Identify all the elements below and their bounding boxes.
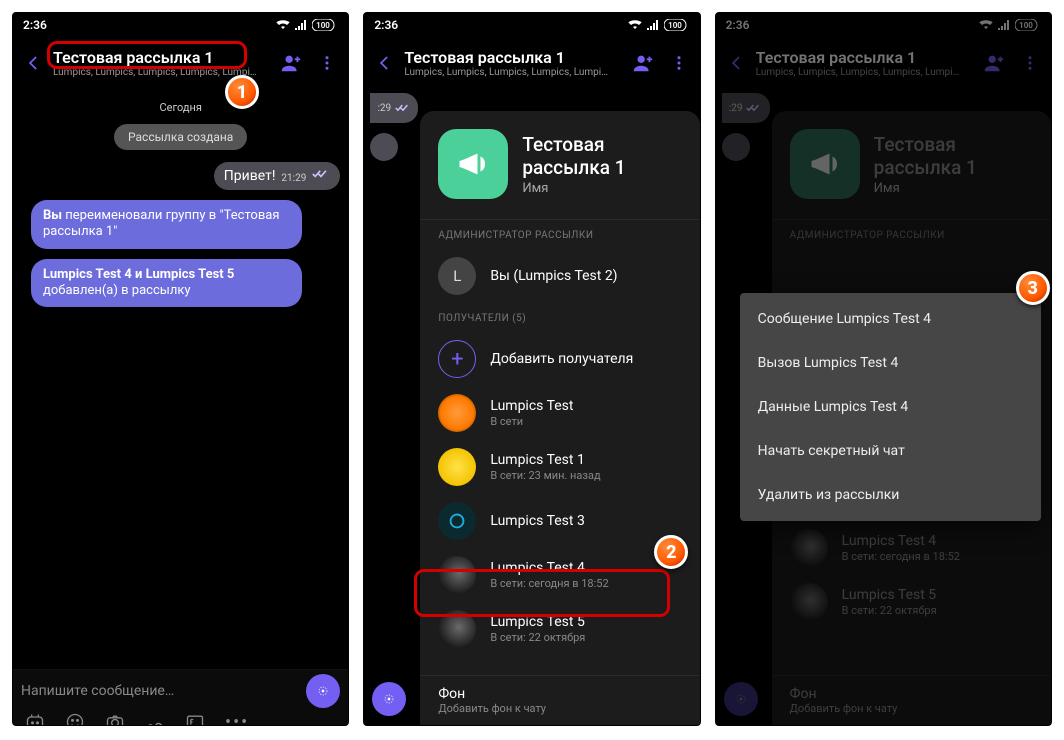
- camera-icon[interactable]: [105, 712, 125, 726]
- system-chip-created: Рассылка создана: [114, 124, 247, 150]
- overflow-menu-button[interactable]: [664, 48, 694, 78]
- broadcast-avatar-icon: [438, 129, 508, 199]
- broadcast-info-sheet: Тестоваярассылка 1 Имя АДМИНИСТРАТОР РАС…: [420, 111, 699, 725]
- avatar: [438, 394, 476, 432]
- outgoing-message[interactable]: Привет! 21:29: [214, 162, 341, 190]
- background-setting-row[interactable]: ФонДобавить фон к чату: [420, 675, 699, 725]
- message-input-bar: Напишите сообщение… •••: [13, 669, 348, 725]
- avatar: [438, 610, 476, 648]
- voice-send-button[interactable]: [306, 674, 340, 708]
- chat-header: Тестовая рассылка 1 Lumpics, Lumpics, Lu…: [13, 37, 348, 89]
- recipient-row[interactable]: Lumpics Test 5В сети: 22 октября: [420, 602, 699, 656]
- plus-icon: +: [438, 340, 476, 378]
- chat-header: Тестовая рассылка 1 Lumpics, Lumpics, Lu…: [364, 37, 699, 89]
- admin-row[interactable]: L Вы (Lumpics Test 2): [420, 249, 699, 303]
- read-receipt-icon: [312, 168, 330, 184]
- message-text: Привет!: [224, 168, 276, 184]
- overflow-menu-button[interactable]: [312, 48, 342, 78]
- chat-title-area[interactable]: Тестовая рассылка 1 Lumpics, Lumpics, Lu…: [404, 48, 621, 78]
- ctx-info[interactable]: Данные Lumpics Test 4: [740, 385, 1041, 429]
- phone-2: 2 2:36 100 Тестовая рассылка 1 Lumpics, …: [363, 12, 700, 726]
- status-time: 2:36: [23, 18, 47, 32]
- chat-title: Тестовая рассылка 1: [53, 48, 270, 67]
- chat-messages: Сегодня Рассылка создана Привет! 21:29 В…: [13, 89, 348, 671]
- avatar: L: [438, 257, 476, 295]
- voice-send-button[interactable]: [372, 682, 406, 716]
- admin-name: Вы (Lumpics Test 2): [490, 268, 681, 284]
- battery-icon: 100: [664, 19, 690, 31]
- phone-1: 1 2:36 100 Тестовая рассылка 1 Lumpics, …: [12, 12, 349, 726]
- ctx-secret-chat[interactable]: Начать секретный чат: [740, 429, 1041, 473]
- battery-icon: 100: [312, 19, 338, 31]
- broadcast-subtitle: Имя: [522, 181, 625, 196]
- context-menu: Сообщение Lumpics Test 4 Вызов Lumpics T…: [740, 293, 1041, 521]
- doodle-icon[interactable]: [145, 712, 165, 726]
- signal-icon: [647, 20, 659, 30]
- signal-icon: [295, 20, 307, 30]
- admin-section-header: АДМИНИСТРАТОР РАССЫЛКИ: [420, 230, 699, 249]
- wifi-icon: [628, 20, 642, 30]
- sticker-icon[interactable]: [25, 712, 45, 726]
- chat-title-area[interactable]: Тестовая рассылка 1 Lumpics, Lumpics, Lu…: [53, 48, 270, 78]
- ctx-message[interactable]: Сообщение Lumpics Test 4: [740, 297, 1041, 341]
- ctx-remove[interactable]: Удалить из рассылки: [740, 473, 1041, 517]
- avatar: [438, 448, 476, 486]
- status-time: 2:36: [374, 18, 398, 32]
- chat-title: Тестовая рассылка 1: [404, 48, 621, 67]
- avatar: [438, 502, 476, 540]
- add-participant-button[interactable]: [276, 48, 306, 78]
- chat-subtitle: Lumpics, Lumpics, Lumpics, Lumpics, Lump…: [404, 67, 621, 78]
- emoji-icon[interactable]: [65, 712, 85, 726]
- back-button[interactable]: [19, 53, 47, 73]
- broadcast-title: Тестоваярассылка 1: [522, 133, 625, 179]
- phone-3: 3 2:36 100 Тестовая рассылка 1 Lumpics, …: [715, 12, 1052, 726]
- underlying-bubble-fragment: [370, 133, 398, 161]
- svg-text:100: 100: [316, 21, 330, 30]
- ctx-call[interactable]: Вызов Lumpics Test 4: [740, 341, 1041, 385]
- back-button[interactable]: [370, 53, 398, 73]
- message-input[interactable]: Напишите сообщение…: [21, 683, 298, 699]
- wifi-icon: [276, 20, 290, 30]
- more-icon[interactable]: •••: [225, 712, 249, 726]
- callout-marker-3: 3: [1016, 271, 1050, 305]
- svg-text:100: 100: [668, 21, 682, 30]
- status-bar: 2:36 100: [13, 13, 348, 37]
- recipient-row[interactable]: Lumpics Test 1В сети: 23 мин. назад: [420, 440, 699, 494]
- recipients-section-header: ПОЛУЧАТЕЛИ (5): [420, 313, 699, 332]
- message-time: 21:29: [281, 173, 306, 184]
- avatar: [438, 556, 476, 594]
- gif-icon[interactable]: [185, 712, 205, 726]
- date-separator: Сегодня: [21, 101, 340, 114]
- add-participant-button[interactable]: [628, 48, 658, 78]
- recipient-row[interactable]: Lumpics TestВ сети: [420, 386, 699, 440]
- status-bar: 2:36 100: [364, 13, 699, 37]
- system-message-rename: Вы переименовали группу в "Тестовая расс…: [31, 200, 302, 249]
- add-recipient-button[interactable]: + Добавить получателя: [420, 332, 699, 386]
- system-message-added: Lumpics Test 4 и Lumpics Test 5 добавлен…: [31, 259, 302, 308]
- callout-marker-1: 1: [225, 75, 259, 109]
- underlying-message-fragment: :29: [370, 93, 418, 123]
